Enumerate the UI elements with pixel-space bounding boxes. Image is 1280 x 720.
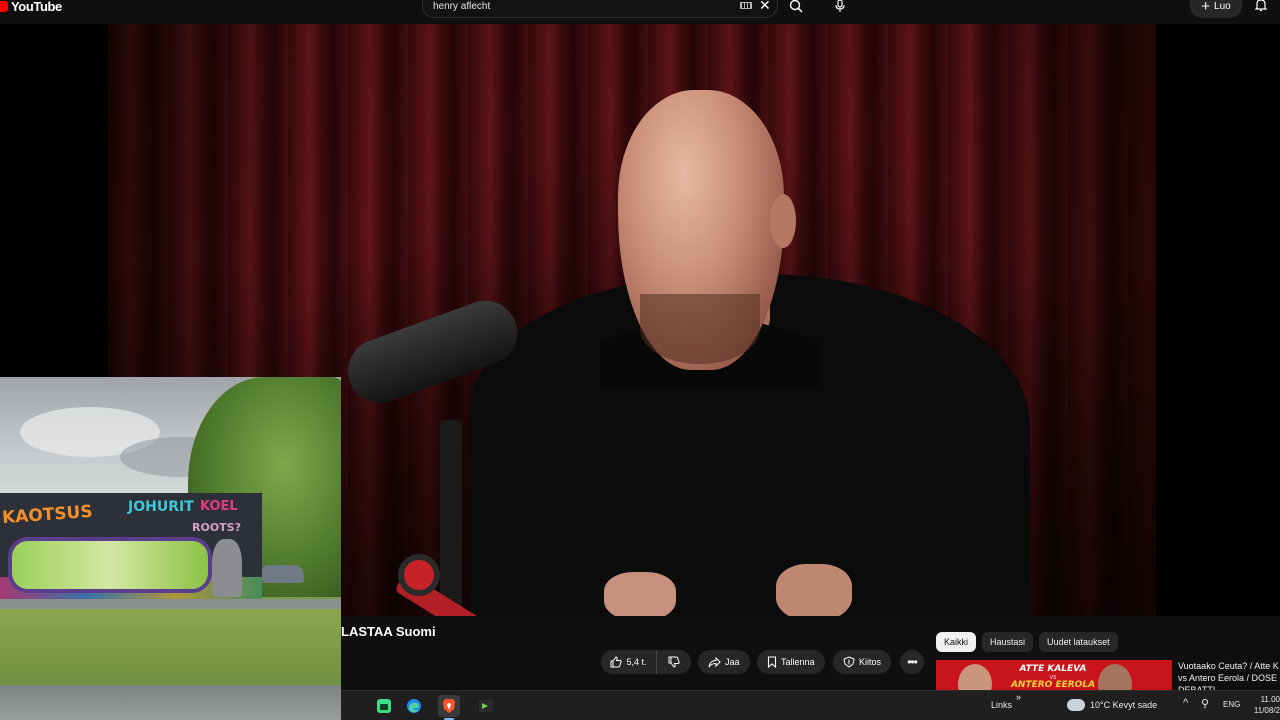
share-label: Jaa	[725, 657, 740, 667]
pip-graffiti-piece	[8, 537, 212, 593]
video-speaker-hand-left	[604, 572, 676, 616]
pip-car	[262, 565, 304, 583]
clear-search-icon[interactable]: ✕	[759, 0, 771, 14]
terminal-icon	[479, 700, 493, 712]
search-box[interactable]: ✕	[422, 0, 778, 18]
keyboard-icon[interactable]	[740, 2, 752, 9]
weather-widget[interactable]: 10°C Kevyt sade	[1090, 700, 1157, 710]
pip-graffiti-text: KOEL	[200, 499, 238, 514]
chip-recently-uploaded[interactable]: Uudet lataukset	[1039, 632, 1118, 652]
like-dislike-group: 5,4 t.	[601, 650, 691, 674]
like-button[interactable]: 5,4 t.	[601, 650, 657, 674]
more-icon: •••	[907, 655, 918, 669]
chip-all[interactable]: Kaikki	[936, 632, 977, 652]
filter-chips: Kaikki Haustasi Uudet lataukset	[936, 632, 1118, 652]
chevron-right-icon[interactable]: »	[1016, 692, 1021, 702]
taskbar-app-brave[interactable]	[438, 695, 460, 717]
microphone-icon	[835, 0, 845, 12]
picture-in-picture-overlay[interactable]: KAOTSUS JOHURIT KOEL ROOTS?	[0, 377, 341, 720]
pip-graffiti-text: ROOTS?	[192, 521, 241, 534]
recommendation-title-line: vs Antero Eerola / DOSE	[1178, 673, 1278, 683]
video-boom-knob	[398, 554, 440, 596]
search-icon	[789, 0, 803, 13]
super-thanks-icon	[843, 656, 855, 668]
video-mic-stand	[440, 420, 462, 616]
plus-icon: +	[1201, 0, 1211, 15]
save-label: Tallenna	[781, 657, 815, 667]
masthead: YouTube ✕ + Luo	[0, 0, 1280, 22]
taskbar-app-edge[interactable]	[403, 695, 425, 717]
share-icon	[708, 656, 721, 667]
video-speaker-ear	[770, 194, 796, 248]
thanks-button[interactable]: Kiitos	[833, 650, 892, 674]
create-label: Luo	[1214, 0, 1231, 12]
logo-text: YouTube	[11, 0, 62, 14]
video-title: LASTAA Suomi	[341, 624, 436, 639]
chip-related[interactable]: Haustasi	[982, 632, 1034, 652]
share-button[interactable]: Jaa	[698, 650, 750, 674]
search-input[interactable]	[433, 0, 723, 13]
notifications-button[interactable]	[1250, 0, 1272, 16]
youtube-logo[interactable]: YouTube	[0, 0, 62, 16]
bell-icon	[1255, 0, 1267, 12]
like-count: 5,4 t.	[626, 657, 647, 667]
weather-cloud-icon[interactable]	[1067, 699, 1085, 711]
network-icon[interactable]: ⚲	[1201, 697, 1209, 710]
thumbnail-text: ANTERO EEROLA	[1010, 680, 1096, 690]
video-speaker-beard	[640, 294, 760, 364]
links-toolbar[interactable]: Links	[991, 700, 1012, 710]
pip-graffiti-figure	[212, 539, 242, 597]
pip-grass	[0, 609, 341, 685]
search-button[interactable]	[780, 0, 812, 18]
thumbs-up-icon	[610, 656, 623, 668]
brave-browser-icon	[443, 699, 455, 713]
voice-search-button[interactable]	[828, 0, 852, 18]
language-indicator[interactable]: ENG	[1223, 700, 1240, 709]
more-actions-button[interactable]: •••	[900, 650, 924, 674]
system-clock[interactable]: 11.00 11/08/2	[1252, 694, 1280, 716]
video-speaker-hand-right	[776, 564, 852, 616]
edge-icon	[407, 699, 421, 713]
thumbnail-text: ATTE KALEVA	[1019, 664, 1087, 674]
create-button[interactable]: + Luo	[1190, 0, 1242, 18]
tray-overflow-chevron-icon[interactable]: ^	[1183, 697, 1188, 709]
thanks-label: Kiitos	[859, 657, 882, 667]
windows-taskbar: Links » 10°C Kevyt sade ^ ⚲ ENG 11.00 11…	[341, 690, 1280, 720]
bookmark-icon	[767, 656, 777, 668]
taskbar-app-android-studio[interactable]	[373, 695, 395, 717]
pip-road	[0, 685, 341, 720]
thumbs-down-icon	[668, 656, 680, 668]
taskbar-app-terminal[interactable]	[475, 695, 497, 717]
pip-graffiti-text: JOHURIT	[128, 499, 194, 515]
youtube-play-icon	[0, 0, 8, 12]
clock-time: 11.00	[1260, 695, 1280, 704]
clock-date: 11/08/2	[1253, 706, 1280, 715]
android-studio-icon	[377, 699, 391, 713]
dislike-button[interactable]	[657, 650, 691, 674]
save-button[interactable]: Tallenna	[757, 650, 825, 674]
recommendation-title-line: Vuotaako Ceuta? / Atte K	[1178, 661, 1279, 671]
